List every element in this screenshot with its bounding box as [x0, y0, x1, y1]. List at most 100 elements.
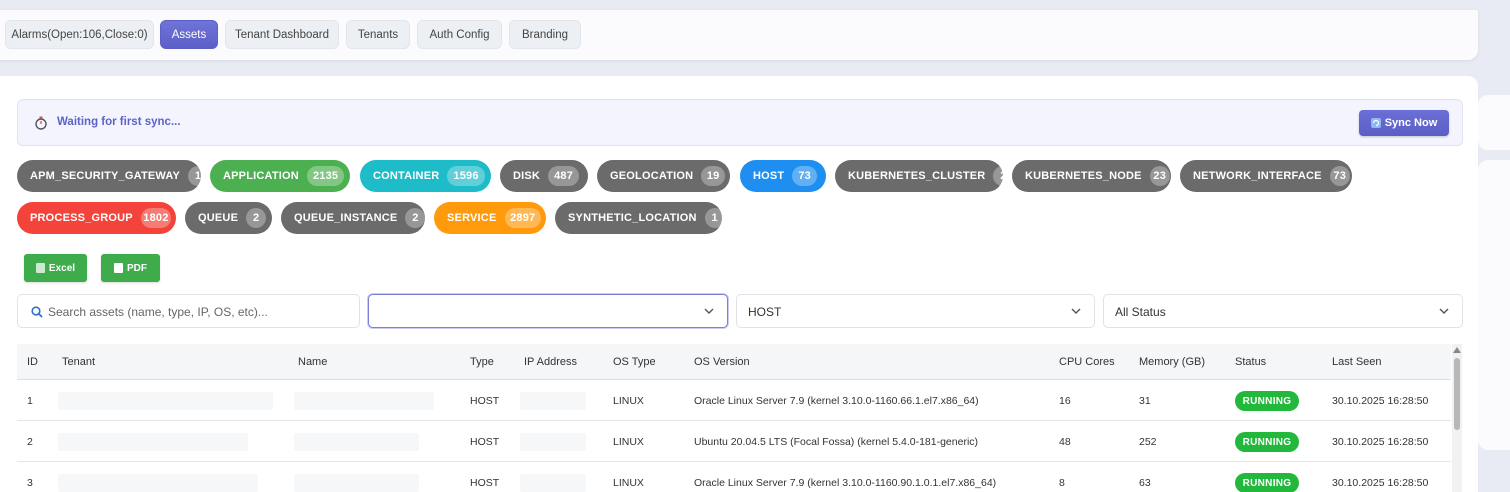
chip-label: QUEUE_INSTANCE [294, 212, 398, 224]
table-row[interactable]: 1 HOST LINUX Oracle Linux Server 7.9 (kerne… [17, 380, 1451, 421]
asset-type-chip-container[interactable]: CONTAINER 1596 [360, 160, 491, 192]
asset-type-chip-network-interface[interactable]: NETWORK_INTERFACE 73 [1180, 160, 1352, 192]
redacted-cell [520, 474, 586, 492]
top-tab-bar: Alarms(Open:106,Close:0) Assets Tenant D… [0, 10, 1478, 60]
scrollbar-thumb[interactable] [1454, 358, 1460, 430]
background-panel [1478, 95, 1510, 150]
scroll-up-arrow[interactable] [1453, 347, 1461, 353]
redacted-cell [58, 474, 258, 492]
cell-last-seen: 30.10.2025 16:28:50 [1332, 395, 1429, 407]
asset-type-chip-apm-security-gateway[interactable]: APM_SECURITY_GATEWAY 1 [17, 160, 209, 192]
chip-label: KUBERNETES_NODE [1025, 170, 1142, 182]
asset-type-chip-queue-instance[interactable]: QUEUE_INSTANCE 2 [281, 202, 426, 234]
chip-count-badge: 1596 [447, 166, 485, 186]
redacted-cell [58, 392, 273, 410]
asset-type-chip-application[interactable]: APPLICATION 2135 [210, 160, 350, 192]
table-row[interactable]: 3 HOST LINUX Oracle Linux Server 7.9 (kerne… [17, 462, 1451, 492]
status-select-value: All Status [1115, 305, 1166, 319]
cell-cpu: 8 [1059, 477, 1065, 489]
asset-type-chip-synthetic-location[interactable]: SYNTHETIC_LOCATION 1 [555, 202, 725, 234]
chip-label: KUBERNETES_CLUSTER [848, 170, 986, 182]
cell-id: 3 [27, 477, 33, 489]
search-icon [31, 306, 43, 318]
cell-id: 2 [27, 436, 33, 448]
sync-status-bar: Waiting for first sync... Sync Now [17, 99, 1463, 146]
redacted-cell [520, 392, 586, 410]
asset-type-chip-service[interactable]: SERVICE 2897 [434, 202, 546, 234]
asset-type-chip-kubernetes-cluster[interactable]: KUBERNETES_CLUSTER 2 [835, 160, 1014, 192]
assets-table: ID Tenant Name Type IP Address OS Type OS Vers… [17, 344, 1451, 492]
chip-count-badge: 23 [1149, 166, 1170, 186]
document-icon [114, 263, 123, 273]
column-header-tenant[interactable]: Tenant [62, 356, 95, 368]
chip-label: APM_SECURITY_GATEWAY [30, 170, 181, 182]
tab-alarms[interactable]: Alarms(Open:106,Close:0) [5, 20, 154, 49]
chip-count-badge: 2897 [504, 208, 541, 228]
cell-memory: 252 [1139, 436, 1157, 448]
column-header-type[interactable]: Type [470, 356, 494, 368]
asset-type-chip-geolocation[interactable]: GEOLOCATION 19 [597, 160, 730, 192]
column-header-memory[interactable]: Memory (GB) [1139, 356, 1205, 368]
cell-type: HOST [470, 436, 500, 448]
chip-count-badge: 1 [704, 208, 725, 228]
cell-last-seen: 30.10.2025 16:28:50 [1332, 436, 1429, 448]
column-header-os-type[interactable]: OS Type [613, 356, 656, 368]
cell-last-seen: 30.10.2025 16:28:50 [1332, 477, 1429, 489]
tab-tenants[interactable]: Tenants [346, 20, 410, 49]
asset-type-chip-disk[interactable]: DISK 487 [500, 160, 588, 192]
chip-label: GEOLOCATION [610, 170, 694, 182]
cell-cpu: 16 [1059, 395, 1071, 407]
sync-status-text: Waiting for first sync... [57, 116, 181, 128]
search-input[interactable]: Search assets (name, type, IP, OS, etc).… [17, 294, 360, 328]
chip-count-badge: 1802 [140, 208, 171, 228]
asset-type-chip-kubernetes-node[interactable]: KUBERNETES_NODE 23 [1012, 160, 1171, 192]
type-select[interactable]: HOST [736, 294, 1095, 328]
cell-type: HOST [470, 395, 500, 407]
chip-label: NETWORK_INTERFACE [1193, 170, 1322, 182]
column-header-id[interactable]: ID [27, 356, 38, 368]
column-header-ip-address[interactable]: IP Address [524, 356, 577, 368]
tab-assets[interactable]: Assets [160, 20, 218, 49]
column-header-last-seen[interactable]: Last Seen [1332, 356, 1382, 368]
asset-type-chip-queue[interactable]: QUEUE 2 [185, 202, 272, 234]
cell-os-type: LINUX [613, 477, 644, 489]
tab-auth-config[interactable]: Auth Config [417, 20, 502, 49]
asset-type-chip-process-group[interactable]: PROCESS_GROUP 1802 [17, 202, 176, 234]
status-badge: RUNNING [1235, 473, 1299, 492]
redacted-cell [520, 433, 586, 451]
redacted-cell [294, 433, 419, 451]
asset-type-chip-host[interactable]: HOST 73 [740, 160, 826, 192]
chip-count-badge: 73 [1329, 166, 1350, 186]
chip-count-badge: 1 [188, 166, 209, 186]
chip-count-badge: 2 [246, 208, 267, 228]
chip-label: PROCESS_GROUP [30, 212, 133, 224]
export-pdf-button[interactable]: PDF [101, 254, 160, 282]
status-badge: RUNNING [1235, 432, 1299, 452]
column-header-os-version[interactable]: OS Version [694, 356, 750, 368]
tab-branding[interactable]: Branding [509, 20, 581, 49]
chip-count-badge: 2135 [306, 166, 345, 186]
tab-tenant-dashboard[interactable]: Tenant Dashboard [225, 20, 339, 49]
chevron-down-icon [704, 308, 714, 314]
cell-os-version: Oracle Linux Server 7.9 (kernel 3.10.0-1… [694, 477, 997, 489]
stopwatch-icon [35, 116, 47, 130]
chip-label: HOST [753, 170, 785, 182]
chip-label: DISK [513, 170, 541, 182]
search-placeholder: Search assets (name, type, IP, OS, etc).… [48, 305, 268, 319]
refresh-icon [1370, 118, 1381, 128]
column-header-cpu-cores[interactable]: CPU Cores [1059, 356, 1115, 368]
column-header-status[interactable]: Status [1235, 356, 1266, 368]
column-header-name[interactable]: Name [298, 356, 327, 368]
chip-label: SERVICE [447, 212, 497, 224]
chip-count-badge: 19 [701, 166, 725, 186]
chip-label: SYNTHETIC_LOCATION [568, 212, 697, 224]
background-panel [1478, 160, 1510, 450]
status-select[interactable]: All Status [1103, 294, 1463, 328]
redacted-cell [294, 474, 419, 492]
tenant-select[interactable] [368, 294, 728, 328]
table-row[interactable]: 2 HOST LINUX Ubuntu 20.04.5 LTS (Focal Foss… [17, 421, 1451, 462]
cell-memory: 63 [1139, 477, 1151, 489]
sync-now-button[interactable]: Sync Now [1359, 110, 1449, 136]
export-excel-button[interactable]: Excel [24, 254, 87, 282]
chevron-down-icon [1439, 308, 1449, 314]
